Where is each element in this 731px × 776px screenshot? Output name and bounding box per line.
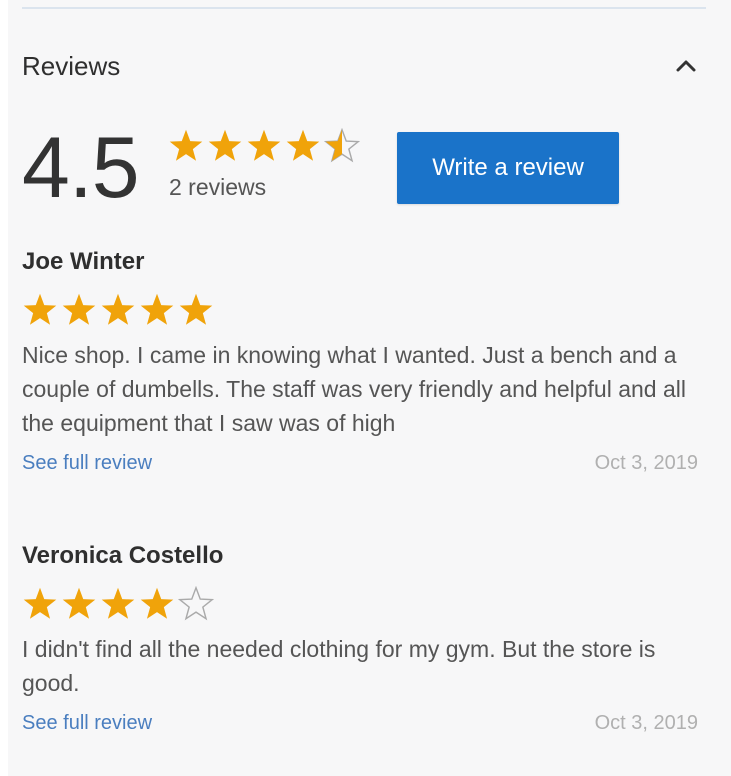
average-rating: 4.5 <box>22 120 140 216</box>
review-text: Nice shop. I came in knowing what I want… <box>22 342 686 436</box>
star-filled-icon <box>140 587 174 619</box>
review-item: Joe Winter Nice shop. I came in knowing … <box>22 248 706 475</box>
star-filled-icon <box>247 129 281 161</box>
star-filled-icon <box>286 129 320 161</box>
review-count: 2 reviews <box>169 174 267 200</box>
star-filled-icon <box>62 587 96 619</box>
star-filled-icon <box>140 293 174 325</box>
review-text: I didn't find all the needed clothing fo… <box>22 636 656 696</box>
reviews-header[interactable]: Reviews <box>22 44 706 88</box>
review-footer: See full review Oct 3, 2019 <box>22 452 698 475</box>
star-filled-icon <box>23 293 57 325</box>
divider <box>22 7 706 9</box>
rating-summary: 4.5 2 reviews Write a review <box>22 118 706 218</box>
review-date: Oct 3, 2019 <box>594 712 698 734</box>
star-filled-icon <box>169 129 203 161</box>
star-empty-icon <box>178 586 214 621</box>
star-filled-icon <box>23 587 57 619</box>
review-stars <box>22 292 706 328</box>
review-stars <box>22 586 706 622</box>
star-filled-icon <box>208 129 242 161</box>
star-filled-icon <box>62 293 96 325</box>
reviewer-name: Veronica Costello <box>22 542 224 569</box>
star-filled-icon <box>101 587 135 619</box>
chevron-up-icon[interactable] <box>666 46 706 86</box>
see-full-review-link[interactable]: See full review <box>22 452 152 475</box>
section-title: Reviews <box>22 50 121 81</box>
see-full-review-link[interactable]: See full review <box>22 712 152 735</box>
summary-stars <box>168 128 360 164</box>
review-date: Oct 3, 2019 <box>594 452 698 474</box>
review-footer: See full review Oct 3, 2019 <box>22 712 698 735</box>
star-half-icon <box>324 128 360 163</box>
reviewer-name: Joe Winter <box>22 248 145 275</box>
star-filled-icon <box>179 293 213 325</box>
review-item: Veronica Costello I didn't find all the … <box>22 542 706 735</box>
write-review-button[interactable]: Write a review <box>397 132 619 204</box>
star-filled-icon <box>101 293 135 325</box>
